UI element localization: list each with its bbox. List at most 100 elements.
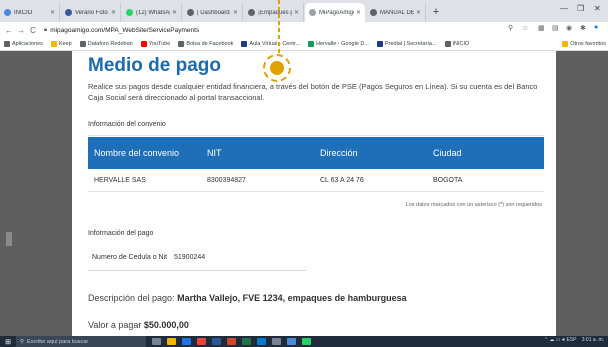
reload-icon[interactable]: C xyxy=(28,26,38,35)
keep-icon xyxy=(50,41,57,47)
tab-favicon-icon xyxy=(309,9,316,16)
tab-label: | Dashboard xyxy=(197,9,230,16)
close-icon[interactable]: ✕ xyxy=(294,9,299,16)
annotation-line xyxy=(278,0,280,56)
bookmark-item[interactable]: Predial | Secretaría... xyxy=(376,41,437,47)
bookmark-item[interactable]: Hervalle - Google D... xyxy=(308,41,369,47)
language-indicator[interactable]: ESP xyxy=(566,337,576,343)
bookmark-item[interactable]: YouTube xyxy=(140,41,171,47)
payment-modal: Medio de pago Realice sus pagos desde cu… xyxy=(72,51,556,336)
taskbar: ⊞ ⚲ Escribe aquí para buscar ⌃ ☁ ▭ 🔊︎ ESP… xyxy=(0,336,608,347)
powerpoint-icon[interactable] xyxy=(227,338,236,345)
chrome-icon[interactable] xyxy=(197,338,206,345)
extension-icon[interactable]: ▤ xyxy=(552,24,559,32)
table-row: HERVALLE SAS 8300394827 CL 63 A 24 76 BO… xyxy=(88,170,544,192)
convenio-section-title: Información del convenio xyxy=(88,121,166,128)
close-icon[interactable]: ✕ xyxy=(50,9,55,16)
modal-title: Medio de pago xyxy=(88,55,221,76)
bookmark-favicon-icon xyxy=(79,41,86,47)
divider xyxy=(88,135,544,136)
browser-tab[interactable]: | Dashboard ✕ xyxy=(183,3,243,22)
app-icon[interactable] xyxy=(272,338,281,345)
table-cell: CL 63 A 24 76 xyxy=(320,177,364,184)
pago-section-title: Información del pago xyxy=(88,230,154,237)
task-view-icon[interactable] xyxy=(152,338,161,345)
close-window-icon[interactable]: ✕ xyxy=(594,4,601,13)
tab-favicon-icon xyxy=(126,9,133,16)
clock[interactable]: 3:01 a. m. xyxy=(582,337,604,343)
back-arrow-icon[interactable]: ← xyxy=(4,26,14,35)
extension-icon[interactable]: ◉ xyxy=(566,24,572,32)
extension-icon[interactable]: ▦ xyxy=(538,24,545,32)
bookmark-item[interactable]: Aula Virtual - Centr... xyxy=(241,41,300,47)
tab-label: ¡Empaques para xyxy=(258,9,292,16)
star-icon[interactable]: ☆ xyxy=(522,24,528,32)
maximize-icon[interactable]: ❐ xyxy=(577,4,584,13)
amount: Valor a pagar $50.000,00 xyxy=(88,320,189,330)
browser-tab[interactable]: (12) WhatsApp✕ xyxy=(122,3,182,22)
app-icon[interactable] xyxy=(287,338,296,345)
file-explorer-icon[interactable] xyxy=(167,338,176,345)
tab-favicon-icon xyxy=(65,9,72,16)
tab-label: INICIO xyxy=(14,9,33,16)
bookmark-label: Aplicaciones xyxy=(12,41,43,47)
other-bookmarks[interactable]: Otros favoritos xyxy=(562,41,606,47)
column-header: NIT xyxy=(207,148,222,158)
bookmark-item[interactable]: Aplicaciones xyxy=(4,41,43,47)
zoom-icon[interactable]: ⚲ xyxy=(508,24,513,32)
close-icon[interactable]: ✕ xyxy=(233,9,238,16)
browser-tab[interactable]: ¡Empaques para ✕ xyxy=(244,3,304,22)
new-tab-button[interactable]: + xyxy=(427,3,445,22)
close-icon[interactable]: ✕ xyxy=(416,9,421,16)
required-note: Los datos marcados con un asterisco (*) … xyxy=(406,202,542,208)
tab-label: Verano Foto de Pe xyxy=(75,9,109,16)
browser-tab[interactable]: INICIO ✕ xyxy=(0,3,60,22)
required-note-text: ) son requeridos xyxy=(502,202,542,208)
bookmark-item[interactable]: Bolsa de Facebook xyxy=(178,41,233,47)
close-icon[interactable]: ✕ xyxy=(356,9,361,16)
click-marker-icon xyxy=(263,54,291,82)
bookmark-label: INICIO xyxy=(452,41,470,47)
bookmark-label: Bolsa de Facebook xyxy=(186,41,234,47)
bookmark-label: YouTube xyxy=(148,41,171,47)
modal-description: Realice sus pagos desde cualquier entida… xyxy=(88,82,538,102)
divider xyxy=(88,270,306,271)
bookmark-favicon-icon xyxy=(178,41,185,47)
tab-favicon-icon xyxy=(187,9,194,16)
taskbar-search-input[interactable]: ⚲ Escribe aquí para buscar xyxy=(16,336,146,347)
address-bar-row: ← → C 🔒︎ mipagoamigo.com/MPA_WebSite/Ser… xyxy=(0,22,608,38)
tray-icons[interactable]: ⌃ ☁ ▭ 🔊︎ xyxy=(544,337,567,343)
bookmark-label: Otros favoritos xyxy=(570,41,606,47)
table-cell: 8300394827 xyxy=(207,177,246,184)
google-drive-icon xyxy=(308,41,315,47)
forward-arrow-icon[interactable]: → xyxy=(16,26,26,35)
youtube-icon xyxy=(140,41,147,47)
bookmark-item[interactable]: INICIO xyxy=(444,41,470,47)
excel-icon[interactable] xyxy=(242,338,251,345)
browser-tab-active[interactable]: MiPagoAmigo ✕ xyxy=(305,3,365,22)
outlook-icon[interactable] xyxy=(257,338,266,345)
column-header: Nombre del convenio xyxy=(94,148,180,158)
browser-tab[interactable]: Verano Foto de Pe✕ xyxy=(61,3,121,22)
edge-icon[interactable] xyxy=(182,338,191,345)
minimize-icon[interactable]: — xyxy=(560,4,568,13)
bookmark-label: Hervalle - Google D... xyxy=(316,41,369,47)
close-icon[interactable]: ✕ xyxy=(111,9,116,16)
payment-description: Descripción del pago: Martha Vallejo, FV… xyxy=(88,293,407,303)
bookmark-label: Predial | Secretaría... xyxy=(384,41,437,47)
profile-avatar-icon[interactable]: ● xyxy=(594,24,598,31)
browser-tab[interactable]: MANUAL DE RUT✕ xyxy=(366,3,426,22)
windows-start-icon[interactable]: ⊞ xyxy=(0,336,16,347)
bookmark-favicon-icon xyxy=(241,41,248,47)
word-icon[interactable] xyxy=(212,338,221,345)
bookmarks-bar: Aplicaciones Keep Dataforo Redeban YouTu… xyxy=(0,38,608,51)
bookmark-item[interactable]: Dataforo Redeban xyxy=(79,41,133,47)
bookmark-item[interactable]: Keep xyxy=(50,41,72,47)
close-icon[interactable]: ✕ xyxy=(172,9,177,16)
whatsapp-icon[interactable] xyxy=(302,338,311,345)
payment-description-label: Descripción del pago: xyxy=(88,293,175,303)
puzzle-icon[interactable]: ✱ xyxy=(580,24,586,32)
tab-label: MiPagoAmigo xyxy=(319,9,354,16)
cedula-label: Numero de Cedula o Nit xyxy=(92,254,168,261)
lock-icon: 🔒︎ xyxy=(44,26,48,33)
